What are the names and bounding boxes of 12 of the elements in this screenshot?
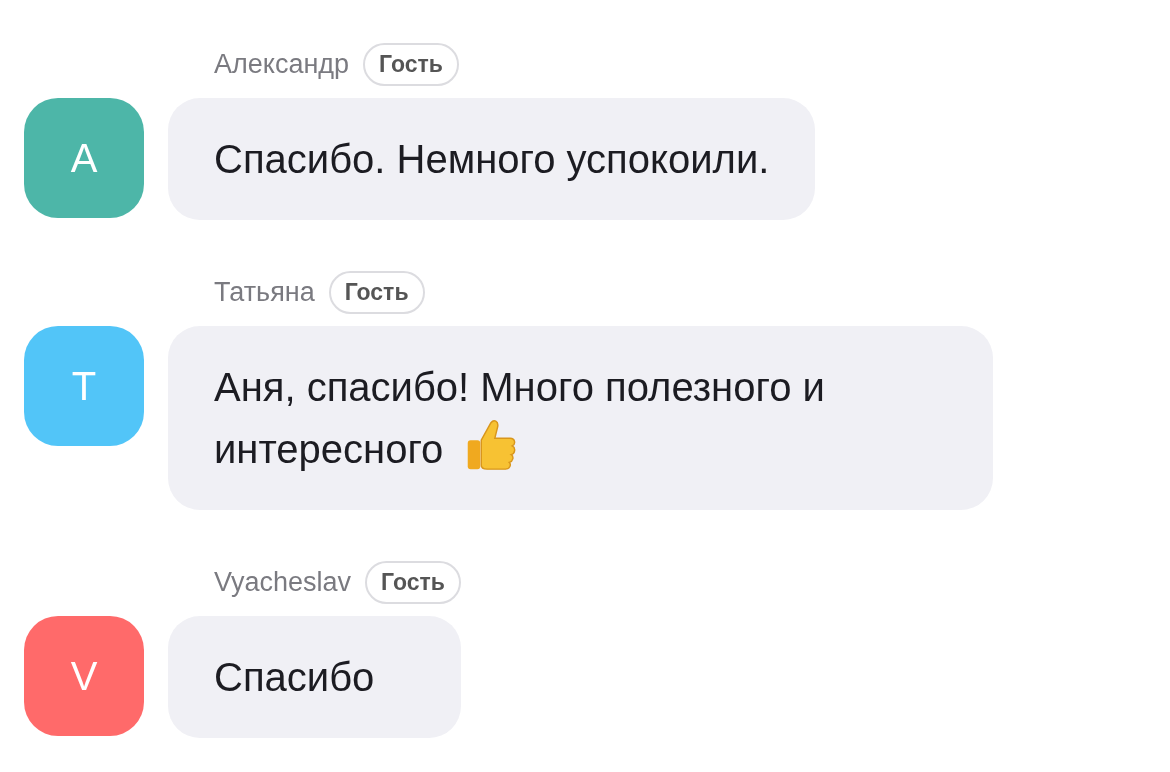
message-bubble: Спасибо. Немного успокоили. — [168, 98, 816, 220]
author-name: Vyacheslav — [214, 566, 352, 598]
author-name: Александр — [214, 48, 350, 80]
guest-badge: Гость — [365, 560, 461, 604]
guest-badge: Гость — [363, 42, 459, 86]
author-name: Татьяна — [214, 276, 315, 308]
avatar: T — [24, 326, 144, 446]
message-bubble: Спасибо — [168, 616, 461, 738]
avatar: V — [24, 616, 144, 736]
avatar: A — [24, 98, 144, 218]
guest-badge: Гость — [328, 270, 425, 314]
message-bubble: Аня, спасибо! Много полезного и интересного — [168, 326, 993, 510]
